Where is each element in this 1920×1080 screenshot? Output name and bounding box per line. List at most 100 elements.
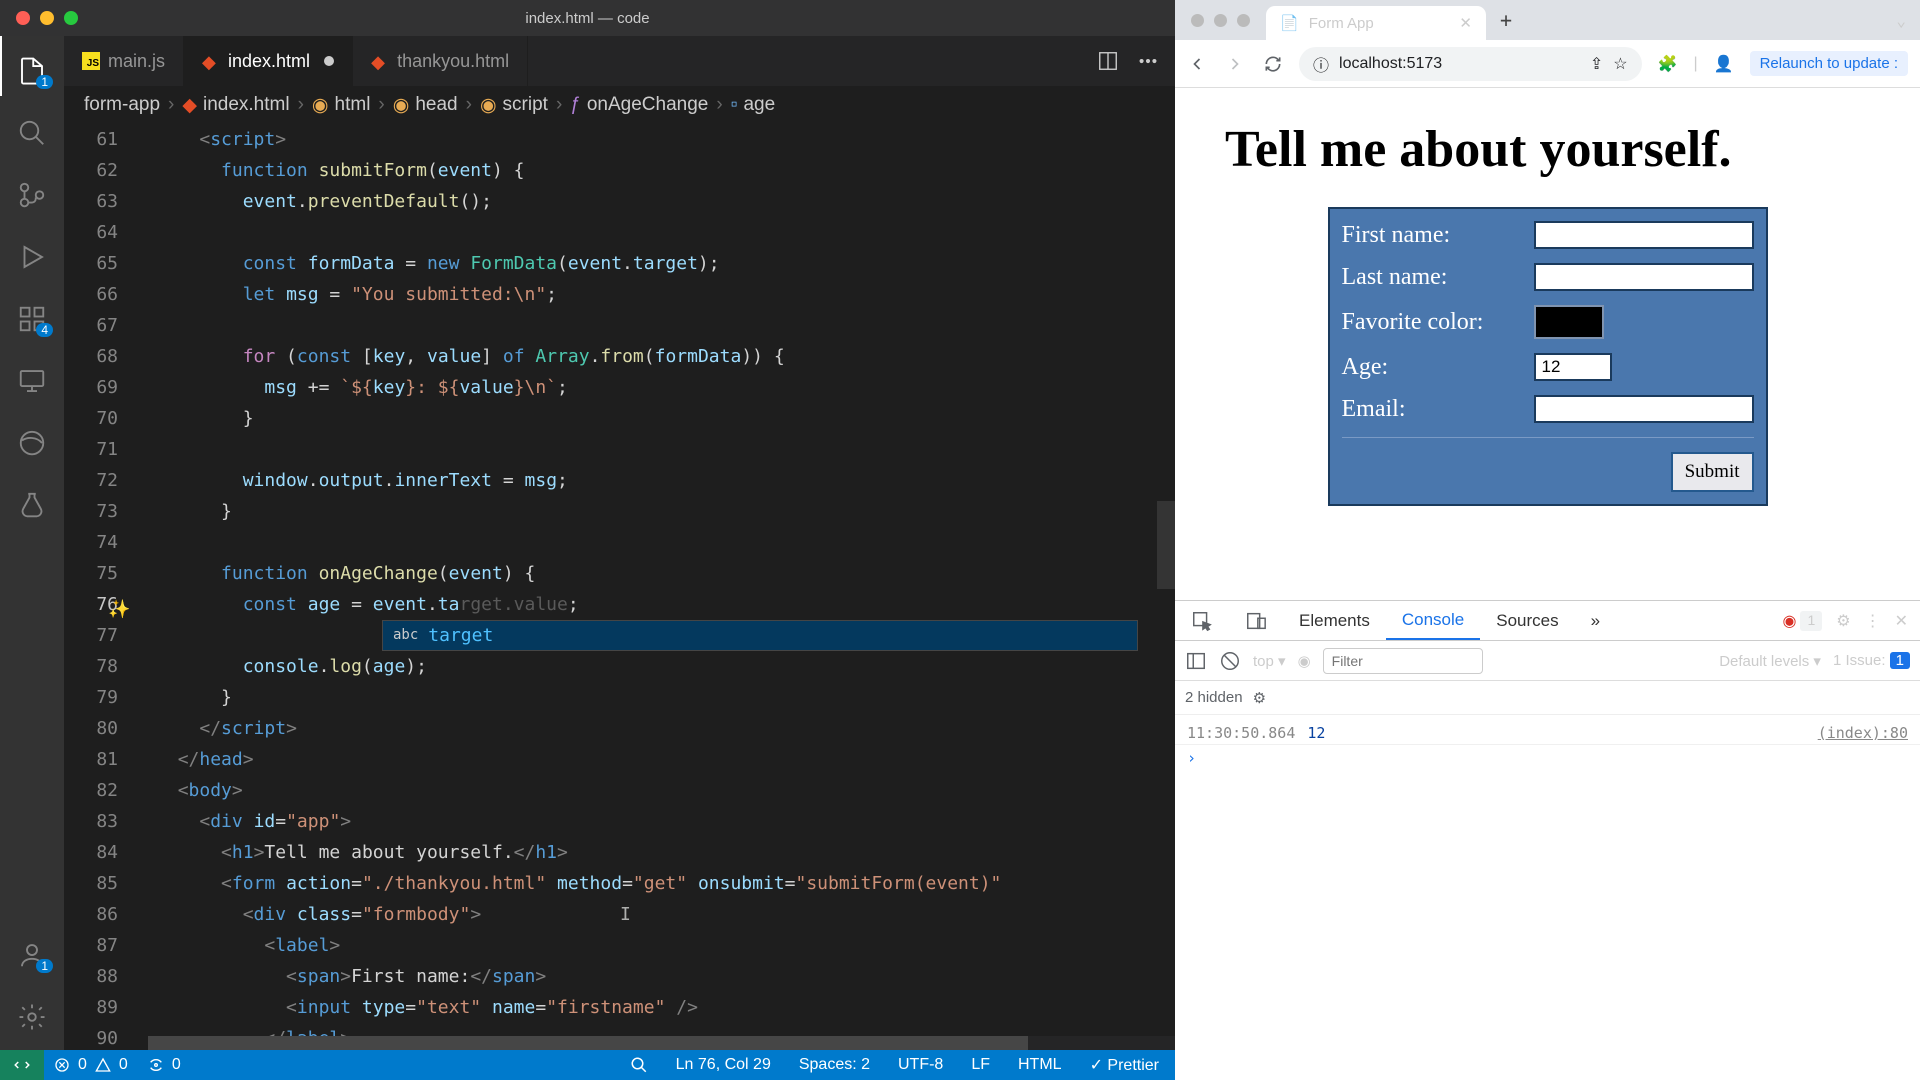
form-box: First name: Last name: Favorite color: A… bbox=[1328, 207, 1768, 506]
inspect-icon[interactable] bbox=[1175, 601, 1229, 640]
lastname-input[interactable] bbox=[1534, 263, 1754, 291]
log-entry[interactable]: 11:30:50.864 12 (index):80 bbox=[1175, 721, 1920, 745]
more-actions-icon[interactable] bbox=[1137, 50, 1159, 72]
favcolor-label: Favorite color: bbox=[1342, 309, 1484, 336]
intellisense-popup[interactable]: abctarget bbox=[382, 620, 1138, 651]
lastname-label: Last name: bbox=[1342, 264, 1448, 291]
browser-tab[interactable]: 📄 Form App ✕ bbox=[1266, 6, 1486, 40]
share-icon[interactable]: ⇪ bbox=[1590, 54, 1603, 74]
browser-window: 📄 Form App ✕ + ⌄ ⓘ localhost:5173 ⇪ ☆ 🧩 … bbox=[1175, 0, 1920, 1080]
extensions-icon[interactable]: 🧩 bbox=[1658, 54, 1678, 74]
expand-tabs-icon[interactable]: ⌄ bbox=[1896, 11, 1920, 30]
minimize-icon[interactable] bbox=[40, 11, 54, 25]
forward-button[interactable] bbox=[1225, 54, 1245, 74]
address-bar[interactable]: ⓘ localhost:5173 ⇪ ☆ bbox=[1299, 47, 1642, 81]
tab-thankyou-html[interactable]: ◆ thankyou.html bbox=[353, 36, 528, 86]
account-icon[interactable]: 1 bbox=[17, 940, 47, 970]
breadcrumb-item: form-app bbox=[84, 94, 160, 116]
close-icon[interactable] bbox=[1191, 14, 1204, 27]
console-prompt[interactable]: › bbox=[1175, 745, 1920, 771]
relaunch-button[interactable]: Relaunch to update : bbox=[1750, 51, 1908, 76]
activity-bar: 1 4 1 bbox=[0, 36, 64, 1050]
console-log: 11:30:50.864 12 (index):80 › bbox=[1175, 715, 1920, 1080]
tab-sources[interactable]: Sources bbox=[1480, 601, 1574, 640]
breadcrumb-item: ◆index.html bbox=[182, 94, 289, 117]
cursor-position[interactable]: Ln 76, Col 29 bbox=[676, 1056, 771, 1074]
site-info-icon[interactable]: ⓘ bbox=[1313, 52, 1329, 76]
zoom-icon[interactable] bbox=[630, 1056, 648, 1074]
formatter[interactable]: ✓ Prettier bbox=[1090, 1055, 1159, 1075]
remote-icon[interactable] bbox=[0, 1050, 44, 1080]
errors-indicator[interactable]: ◉1 bbox=[1782, 611, 1822, 631]
explorer-icon[interactable]: 1 bbox=[17, 56, 47, 86]
live-expression-icon[interactable]: ◉ bbox=[1298, 652, 1311, 670]
more-tabs-icon[interactable]: » bbox=[1575, 601, 1616, 640]
new-tab-button[interactable]: + bbox=[1486, 8, 1526, 32]
html-file-icon: ◆ bbox=[202, 52, 220, 70]
indentation[interactable]: Spaces: 2 bbox=[799, 1056, 870, 1074]
hidden-messages[interactable]: 2 hidden bbox=[1185, 689, 1243, 706]
firstname-label: First name: bbox=[1342, 222, 1451, 249]
console-sidebar-toggle-icon[interactable] bbox=[1185, 650, 1207, 672]
close-icon[interactable] bbox=[16, 11, 30, 25]
code-editor[interactable]: 6162636465666768697071727374757677787980… bbox=[64, 124, 1175, 1050]
search-icon[interactable] bbox=[17, 118, 47, 148]
settings-gear-icon[interactable] bbox=[17, 1002, 47, 1032]
horizontal-scrollbar[interactable] bbox=[148, 1036, 1175, 1050]
browser-toolbar: ⓘ localhost:5173 ⇪ ☆ 🧩 | 👤 Relaunch to u… bbox=[1175, 40, 1920, 88]
profile-icon[interactable]: 👤 bbox=[1714, 54, 1734, 74]
tab-index-html[interactable]: ◆ index.html bbox=[184, 36, 353, 86]
titlebar: index.html — code bbox=[0, 0, 1175, 36]
dirty-indicator-icon bbox=[324, 56, 334, 66]
testing-icon[interactable] bbox=[17, 490, 47, 520]
firstname-input[interactable] bbox=[1534, 221, 1754, 249]
log-source-link[interactable]: (index):80 bbox=[1818, 724, 1908, 742]
maximize-icon[interactable] bbox=[1237, 14, 1250, 27]
log-levels-selector[interactable]: Default levels ▾ bbox=[1719, 652, 1821, 670]
remote-explorer-icon[interactable] bbox=[17, 366, 47, 396]
breadcrumb[interactable]: form-app › ◆index.html › ◉html › ◉head ›… bbox=[64, 86, 1175, 124]
devtools-menu-icon[interactable]: ⋮ bbox=[1865, 611, 1881, 631]
device-toggle-icon[interactable] bbox=[1229, 601, 1283, 640]
page-favicon-icon: 📄 bbox=[1280, 14, 1299, 32]
devtools: Elements Console Sources » ◉1 ⚙ ⋮ ✕ top … bbox=[1175, 600, 1920, 1080]
copilot-spark-icon[interactable]: ✨ bbox=[108, 594, 128, 614]
source-control-icon[interactable] bbox=[17, 180, 47, 210]
tab-console[interactable]: Console bbox=[1386, 601, 1480, 640]
maximize-icon[interactable] bbox=[64, 11, 78, 25]
tab-elements[interactable]: Elements bbox=[1283, 601, 1386, 640]
page-title: Tell me about yourself. bbox=[1225, 120, 1870, 179]
submit-button[interactable]: Submit bbox=[1671, 452, 1754, 492]
favcolor-input[interactable] bbox=[1534, 305, 1604, 339]
eol[interactable]: LF bbox=[971, 1056, 990, 1074]
issues-link[interactable]: 1 Issue: 1 bbox=[1833, 652, 1910, 669]
context-selector[interactable]: top ▾ bbox=[1253, 652, 1286, 670]
encoding[interactable]: UTF-8 bbox=[898, 1056, 943, 1074]
problems-button[interactable]: 0 0 bbox=[44, 1056, 138, 1074]
tab-main-js[interactable]: JS main.js bbox=[64, 36, 184, 86]
language-mode[interactable]: HTML bbox=[1018, 1056, 1062, 1074]
edge-tools-icon[interactable] bbox=[17, 428, 47, 458]
devtools-close-icon[interactable]: ✕ bbox=[1895, 611, 1908, 631]
close-tab-icon[interactable]: ✕ bbox=[1459, 14, 1472, 32]
age-input[interactable] bbox=[1534, 353, 1612, 381]
reload-button[interactable] bbox=[1263, 54, 1283, 74]
bookmark-icon[interactable]: ☆ bbox=[1613, 54, 1627, 74]
back-button[interactable] bbox=[1187, 54, 1207, 74]
extensions-icon[interactable]: 4 bbox=[17, 304, 47, 334]
page-content: Tell me about yourself. First name: Last… bbox=[1175, 88, 1920, 600]
minimize-icon[interactable] bbox=[1214, 14, 1227, 27]
breadcrumb-item: ◉script bbox=[480, 94, 548, 117]
clear-console-icon[interactable] bbox=[1219, 650, 1241, 672]
devtools-settings-icon[interactable]: ⚙ bbox=[1836, 611, 1850, 631]
hidden-settings-icon[interactable]: ⚙ bbox=[1253, 689, 1266, 707]
console-filter-input[interactable] bbox=[1323, 648, 1483, 674]
ports-button[interactable]: 0 bbox=[138, 1056, 191, 1074]
age-label: Age: bbox=[1342, 354, 1389, 381]
status-bar: 0 0 0 Ln 76, Col 29 Spaces: 2 UTF-8 LF H… bbox=[0, 1050, 1175, 1080]
breadcrumb-item: ◉html bbox=[312, 94, 371, 117]
email-input[interactable] bbox=[1534, 395, 1754, 423]
split-editor-icon[interactable] bbox=[1097, 50, 1119, 72]
debug-icon[interactable] bbox=[17, 242, 47, 272]
breadcrumb-item: ◉head bbox=[393, 94, 458, 117]
